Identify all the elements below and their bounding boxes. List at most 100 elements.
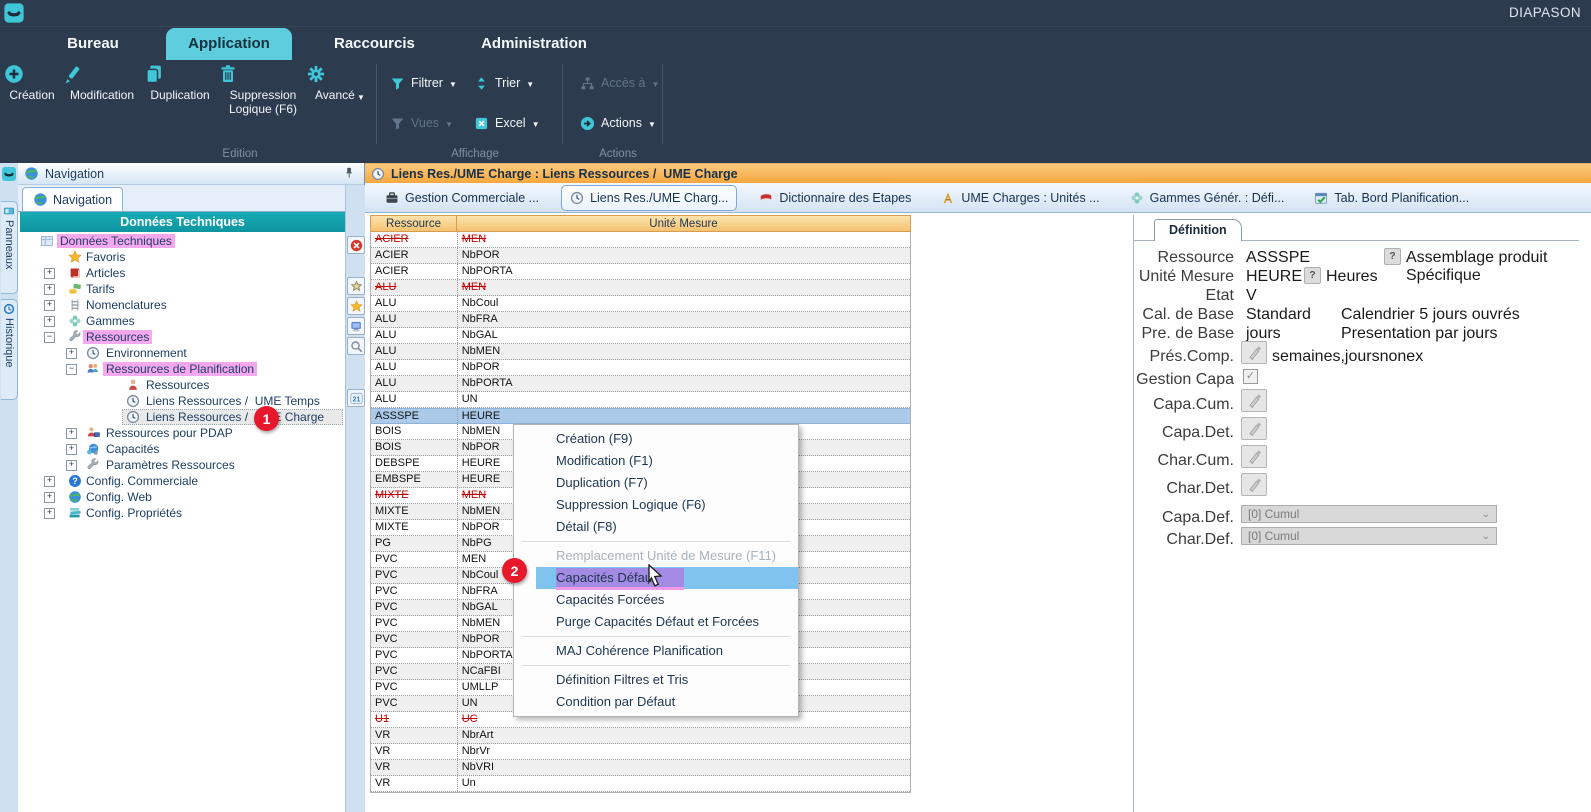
tree-item-favoris[interactable]: Favoris: [20, 249, 345, 265]
filtrer-button[interactable]: Filtrer▼: [390, 72, 457, 94]
table-row-alu-nbpor[interactable]: ALUNbPOR: [371, 360, 910, 376]
collapse-toggle-icon[interactable]: −: [66, 364, 77, 375]
expand-toggle-icon[interactable]: +: [66, 444, 77, 455]
duplication-button[interactable]: Duplication: [144, 64, 216, 102]
tree-item-nomenclatures[interactable]: +Nomenclatures: [20, 297, 345, 313]
document-tab-liens-res-ume-charg[interactable]: Liens Res./UME Charg...: [561, 185, 737, 211]
calendar-21-button[interactable]: 21: [347, 389, 365, 407]
badge-button[interactable]: [347, 277, 365, 295]
dock-tab-panneaux[interactable]: Panneaux: [1, 201, 18, 294]
tree-item-param-tres-ressources[interactable]: +Paramètres Ressources: [20, 457, 345, 473]
expand-toggle-icon[interactable]: +: [44, 492, 55, 503]
trier-button[interactable]: Trier▼: [474, 72, 534, 94]
document-tab-gestion-commerciale[interactable]: Gestion Commerciale ...: [377, 186, 547, 210]
expand-toggle-icon[interactable]: +: [44, 300, 55, 311]
tree-item-config-commerciale[interactable]: +?Config. Commerciale: [20, 473, 345, 489]
modification-button[interactable]: Modification: [62, 64, 142, 102]
table-row-alu-nbmen[interactable]: ALUNbMEN: [371, 344, 910, 360]
dropdown-capa-def[interactable]: [0] Cumul⌄: [1241, 505, 1497, 523]
tree-item-donn-es-techniques[interactable]: Données Techniques: [20, 233, 345, 249]
expand-toggle-icon[interactable]: +: [44, 268, 55, 279]
help-icon[interactable]: ?: [1304, 267, 1321, 284]
expand-toggle-icon[interactable]: +: [66, 428, 77, 439]
collapse-toggle-icon[interactable]: −: [44, 332, 55, 343]
hand-icon[interactable]: [1241, 417, 1267, 440]
dropdown-char-def[interactable]: [0] Cumul⌄: [1241, 527, 1497, 545]
column-header-unit-mesure[interactable]: Unité Mesure: [457, 215, 911, 232]
table-row-vr-nbvri[interactable]: VRNbVRI: [371, 760, 910, 776]
table-row-assspe-heure[interactable]: ASSSPEHEURE: [371, 408, 910, 424]
table-row-vr-nbrart[interactable]: VRNbrArt: [371, 728, 910, 744]
tree-item-ressources-pour-pdap[interactable]: +Ressources pour PDAP: [20, 425, 345, 441]
menu-item-suppression-logique-f6[interactable]: Suppression Logique (F6): [514, 494, 798, 516]
dock-tab-historique[interactable]: Historique: [1, 299, 18, 400]
tree-item-ressources[interactable]: −Ressources: [20, 329, 345, 345]
tree-item-config-web[interactable]: +Config. Web: [20, 489, 345, 505]
suppression-button[interactable]: Suppression Logique (F6): [218, 64, 308, 116]
vues-button[interactable]: Vues▼: [390, 112, 453, 134]
computer-button[interactable]: [347, 317, 365, 335]
menu-item-duplication-f7[interactable]: Duplication (F7): [514, 472, 798, 494]
tree-item-tarifs[interactable]: +Tarifs: [20, 281, 345, 297]
tab-navigation[interactable]: Navigation: [22, 187, 123, 211]
table-row-alu-nbcoul[interactable]: ALUNbCoul: [371, 296, 910, 312]
expand-toggle-icon[interactable]: +: [66, 348, 77, 359]
tree-item-liens-ressources-ume-temps[interactable]: Liens Ressources / UME Temps: [20, 393, 345, 409]
expand-toggle-icon[interactable]: +: [44, 316, 55, 327]
tree-item-environnement[interactable]: +Environnement: [20, 345, 345, 361]
menu-icon[interactable]: [1, 166, 17, 182]
pin-icon[interactable]: [342, 166, 356, 180]
help-icon[interactable]: ?: [1384, 248, 1401, 265]
document-tab-gammes-g-n-r-d-fi[interactable]: Gammes Génér. : Défi...: [1122, 186, 1293, 210]
document-tab-dictionnaire-des-etapes[interactable]: Dictionnaire des Etapes: [751, 186, 919, 210]
menu-item-modification-f1[interactable]: Modification (F1): [514, 450, 798, 472]
menu-item-capacit-s-d-faut[interactable]: Capacités Défaut: [536, 567, 798, 589]
hand-icon[interactable]: [1241, 473, 1267, 496]
table-row-vr-nbrvr[interactable]: VRNbrVr: [371, 744, 910, 760]
star-button[interactable]: [347, 297, 365, 315]
menu-item-d-finition-filtres-et-tris[interactable]: Définition Filtres et Tris: [514, 669, 798, 691]
menu-item-purge-capacit-s-d-faut-et-forc-es[interactable]: Purge Capacités Défaut et Forcées: [514, 611, 798, 633]
table-row-alu-nbgal[interactable]: ALUNbGAL: [371, 328, 910, 344]
actions-button[interactable]: Actions▼: [580, 112, 656, 134]
menu-icon[interactable]: [3, 2, 25, 24]
tree-item-config-propri-t-s[interactable]: +Config. Propriétés: [20, 505, 345, 521]
expand-toggle-icon[interactable]: +: [66, 460, 77, 471]
tree-item-articles[interactable]: +Articles: [20, 265, 345, 281]
acc-s--button[interactable]: Accès à▼: [580, 72, 659, 94]
table-row-acier-men[interactable]: ACIERMEN: [371, 232, 910, 248]
table-row-acier-nbpor[interactable]: ACIERNbPOR: [371, 248, 910, 264]
table-row-alu-men[interactable]: ALUMEN: [371, 280, 910, 296]
ribbon-tab-administration[interactable]: Administration: [476, 28, 592, 60]
menu-item-maj-coh-rence-planification[interactable]: MAJ Cohérence Planification: [514, 640, 798, 662]
hand-icon[interactable]: [1241, 341, 1267, 364]
expand-toggle-icon[interactable]: +: [44, 284, 55, 295]
tree-item-ressources-de-planification[interactable]: −Ressources de Planification: [20, 361, 345, 377]
excel-button[interactable]: Excel▼: [474, 112, 540, 134]
close-red-button[interactable]: [347, 236, 365, 254]
search-button[interactable]: [347, 337, 365, 355]
tree-item-gammes[interactable]: +Gammes: [20, 313, 345, 329]
hand-icon[interactable]: [1241, 445, 1267, 468]
column-header-ressource[interactable]: Ressource: [370, 215, 457, 232]
table-row-vr-un[interactable]: VRUn: [371, 776, 910, 792]
ribbon-tab-application[interactable]: Application: [166, 28, 292, 60]
table-row-alu-nbfra[interactable]: ALUNbFRA: [371, 312, 910, 328]
document-tab-ume-charges-unit-s[interactable]: UME Charges : Unités ...: [933, 186, 1107, 210]
table-row-alu-nbporta[interactable]: ALUNbPORTA: [371, 376, 910, 392]
hand-icon[interactable]: [1241, 389, 1267, 412]
document-tab-tab-bord-planification[interactable]: Tab. Bord Planification...: [1306, 186, 1477, 210]
tree-item-ressources[interactable]: Ressources: [20, 377, 345, 393]
checkbox-gestion-capa[interactable]: ✓: [1243, 369, 1258, 384]
table-row-acier-nbporta[interactable]: ACIERNbPORTA: [371, 264, 910, 280]
ribbon-tab-raccourcis[interactable]: Raccourcis: [334, 28, 414, 60]
création-button[interactable]: Création: [4, 64, 60, 102]
menu-item-d-tail-f8[interactable]: Détail (F8): [514, 516, 798, 538]
table-row-alu-un[interactable]: ALUUN: [371, 392, 910, 408]
menu-item-condition-par-d-faut[interactable]: Condition par Défaut: [514, 691, 798, 713]
tree-item-liens-ressources-ume-charge[interactable]: Liens Ressources / UME Charge: [20, 409, 345, 425]
avancé-button[interactable]: Avancé ▼: [306, 64, 374, 104]
tree-item-capacit-s[interactable]: +Capacités: [20, 441, 345, 457]
ribbon-tab-bureau[interactable]: Bureau: [55, 28, 131, 60]
expand-toggle-icon[interactable]: +: [44, 508, 55, 519]
